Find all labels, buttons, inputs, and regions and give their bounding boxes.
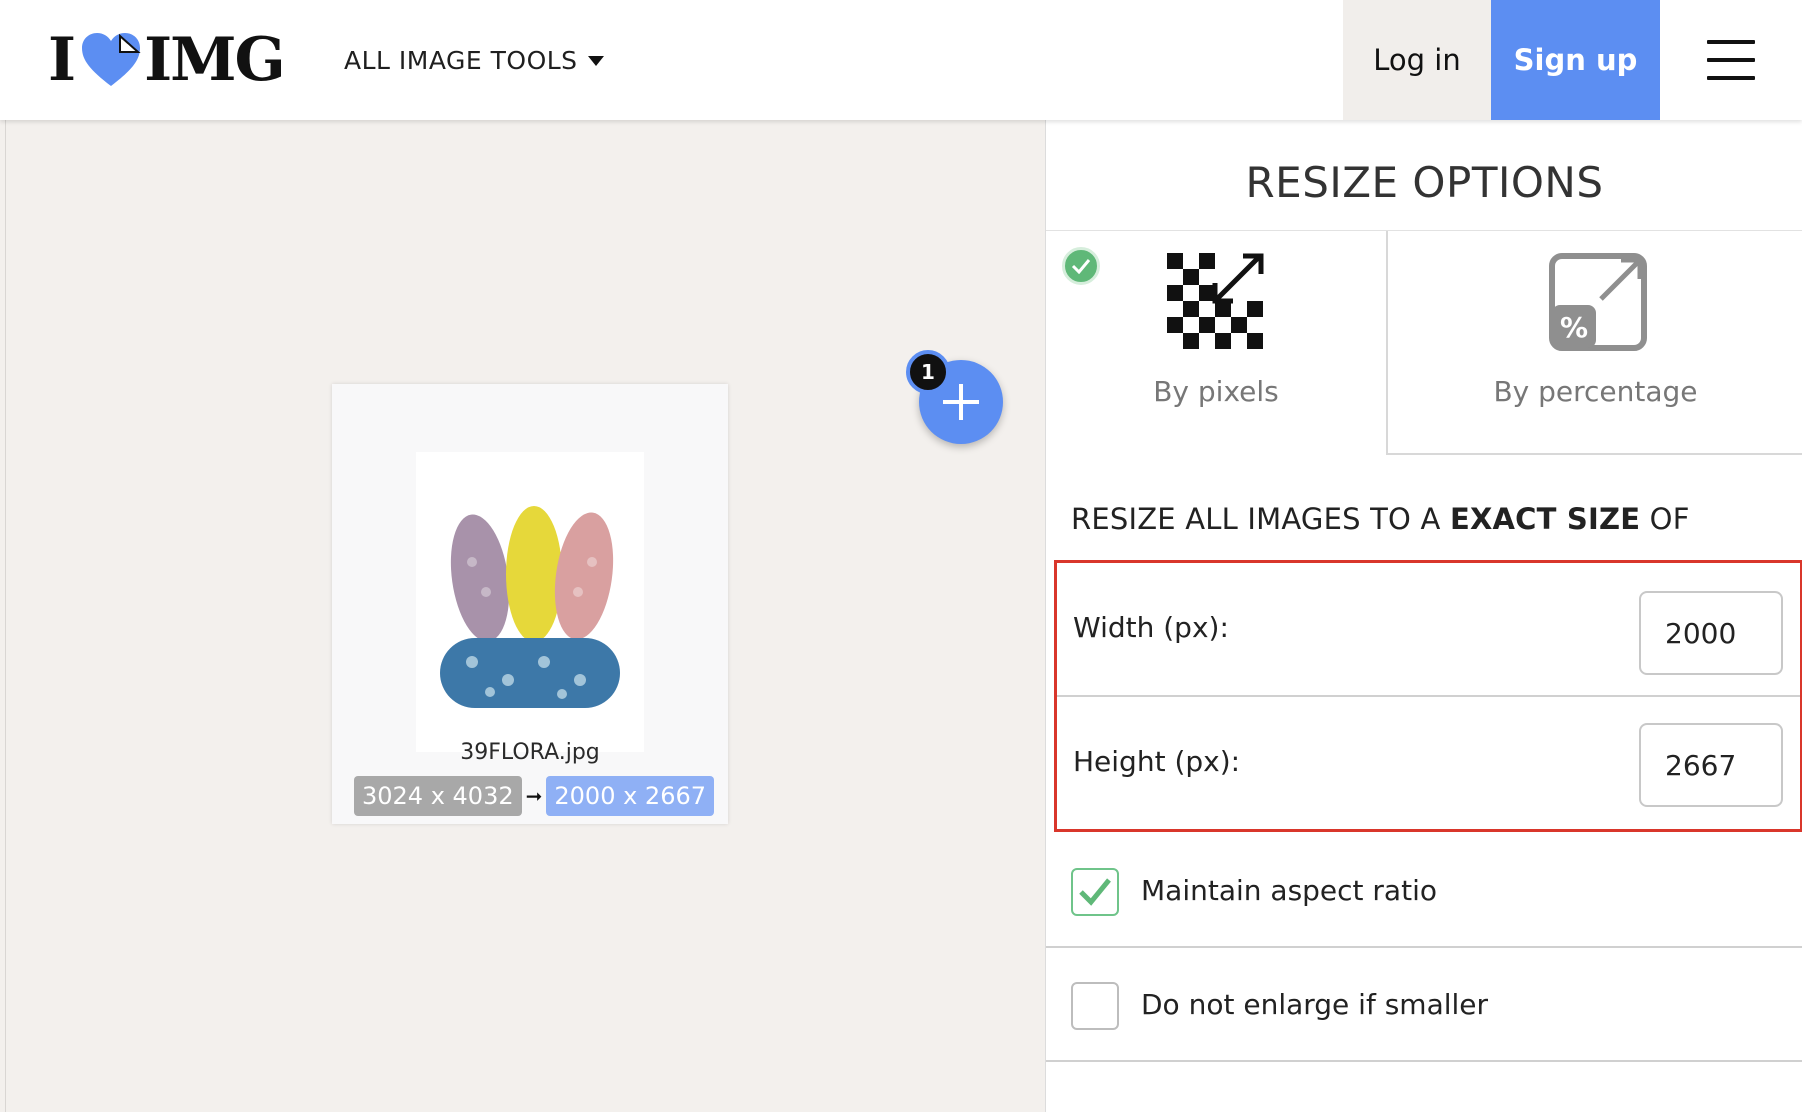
height-row: Height (px): bbox=[1057, 697, 1800, 831]
selected-check-icon bbox=[1062, 247, 1100, 285]
resize-options-panel: RESIZE OPTIONS By pixels % By percentage… bbox=[1045, 120, 1802, 1112]
file-card[interactable]: 39FLORA.jpg 3024 x 4032 ➞ 2000 x 2667 bbox=[332, 384, 728, 824]
all-image-tools-menu[interactable]: ALL IMAGE TOOLS bbox=[344, 46, 604, 75]
resize-mode-tabs: By pixels % By percentage bbox=[1046, 230, 1802, 455]
width-input[interactable] bbox=[1639, 591, 1783, 675]
iloveimg-logo[interactable]: I IMG bbox=[48, 25, 286, 95]
caret-down-icon bbox=[587, 55, 604, 66]
heart-logo-icon bbox=[82, 33, 141, 86]
exact-size-bold: EXACT SIZE bbox=[1449, 502, 1641, 536]
all-image-tools-label: ALL IMAGE TOOLS bbox=[344, 46, 578, 75]
logo-letter-i: I bbox=[48, 25, 76, 95]
no-enlarge-row: Do not enlarge if smaller bbox=[1046, 948, 1802, 1062]
file-dimensions: 3024 x 4032 ➞ 2000 x 2667 bbox=[354, 776, 715, 816]
file-name: 39FLORA.jpg bbox=[460, 740, 600, 765]
by-percentage-option[interactable]: % By percentage bbox=[1386, 231, 1802, 455]
hamburger-line bbox=[1707, 58, 1755, 62]
by-percentage-label: By percentage bbox=[1493, 375, 1698, 408]
checkmark-icon bbox=[1079, 878, 1111, 906]
logo-text-img: IMG bbox=[144, 25, 286, 95]
original-size-badge: 3024 x 4032 bbox=[354, 776, 522, 816]
exact-size-prefix: RESIZE ALL IMAGES TO A bbox=[1071, 502, 1450, 536]
maintain-aspect-checkbox[interactable] bbox=[1071, 868, 1119, 916]
pillows-thumbnail-image bbox=[416, 452, 644, 752]
top-header: I IMG ALL IMAGE TOOLS Log in Sign up bbox=[0, 0, 1802, 120]
login-button[interactable]: Log in bbox=[1343, 0, 1491, 120]
height-label: Height (px): bbox=[1073, 745, 1241, 778]
maintain-aspect-label: Maintain aspect ratio bbox=[1141, 874, 1437, 907]
by-pixels-label: By pixels bbox=[1153, 375, 1279, 408]
hamburger-line bbox=[1707, 40, 1755, 44]
panel-title: RESIZE OPTIONS bbox=[1245, 158, 1604, 207]
new-size-badge: 2000 x 2667 bbox=[546, 776, 715, 816]
no-enlarge-checkbox[interactable] bbox=[1071, 982, 1119, 1030]
size-fields-highlight: Width (px): Height (px): bbox=[1054, 560, 1802, 832]
maintain-aspect-row: Maintain aspect ratio bbox=[1046, 834, 1802, 948]
no-enlarge-label: Do not enlarge if smaller bbox=[1141, 988, 1489, 1021]
svg-text:%: % bbox=[1560, 311, 1588, 344]
file-workspace: 39FLORA.jpg 3024 x 4032 ➞ 2000 x 2667 1 bbox=[5, 120, 1045, 1112]
arrow-right-icon: ➞ bbox=[525, 784, 543, 808]
height-input[interactable] bbox=[1639, 723, 1783, 807]
image-thumbnail bbox=[416, 452, 644, 752]
exact-size-suffix: OF bbox=[1640, 502, 1690, 536]
exact-size-heading: RESIZE ALL IMAGES TO A EXACT SIZE OF bbox=[1071, 502, 1690, 536]
percent-resize-icon: % bbox=[1549, 253, 1647, 351]
hamburger-line bbox=[1707, 76, 1755, 80]
hamburger-menu-icon[interactable] bbox=[1707, 40, 1755, 80]
width-row: Width (px): bbox=[1057, 563, 1800, 697]
pixels-resize-icon bbox=[1167, 253, 1264, 349]
signup-button[interactable]: Sign up bbox=[1491, 0, 1660, 120]
width-label: Width (px): bbox=[1073, 611, 1229, 644]
file-count-badge: 1 bbox=[906, 350, 950, 394]
by-pixels-option[interactable]: By pixels bbox=[1046, 231, 1386, 455]
